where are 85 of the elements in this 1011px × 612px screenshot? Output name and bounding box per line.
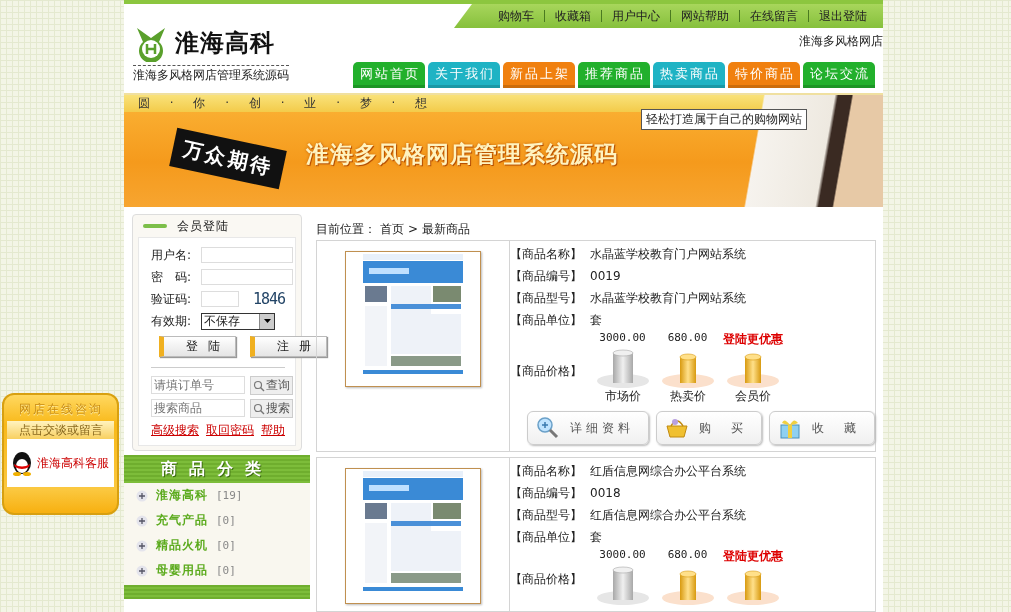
logo-subtitle: 淮海多风格网店管理系统源码 xyxy=(133,65,289,84)
field-label: 验证码: xyxy=(151,290,193,308)
captcha-code: 1846 xyxy=(253,290,286,308)
promo-text: 登陆更优惠 xyxy=(722,548,783,564)
price-value: 680.00 xyxy=(667,331,708,346)
bar-icon xyxy=(143,223,167,229)
price-label: 会员价 xyxy=(734,388,771,405)
top-nav-link[interactable]: 购物车 xyxy=(488,10,544,22)
section-header: 商品分类 xyxy=(124,455,310,483)
item-count: [0] xyxy=(216,539,236,552)
action-button[interactable]: 购 买 xyxy=(656,411,762,445)
field-label: 密 码: xyxy=(151,268,193,286)
password-field[interactable] xyxy=(201,269,293,285)
field-value: 0018 xyxy=(590,486,621,500)
breadcrumb-separator: > xyxy=(408,222,419,236)
cylinder-icon xyxy=(595,564,650,605)
breadcrumb-label: 目前位置： xyxy=(316,220,376,238)
text-link[interactable]: 取回密码 xyxy=(206,422,254,439)
top-nav-link[interactable]: 在线留言 xyxy=(739,10,808,22)
captcha-field[interactable] xyxy=(201,291,239,307)
cylinder-icon xyxy=(595,347,650,388)
item-count: [19] xyxy=(216,489,243,502)
field-label: 【商品价格】 xyxy=(510,571,583,588)
top-nav-link[interactable]: 用户中心 xyxy=(601,10,670,22)
breadcrumb-link[interactable]: 首页 xyxy=(380,220,404,238)
top-nav-link[interactable]: 网站帮助 xyxy=(670,10,739,22)
price-value: 3000.00 xyxy=(599,331,646,346)
action-button[interactable]: 收 藏 xyxy=(769,411,875,445)
field-value: 水晶蓝学校教育门户网站系统 xyxy=(590,289,746,307)
field-value: 红盾信息网综合办公平台系统 xyxy=(590,462,746,480)
search-icon xyxy=(253,379,265,392)
penguin-icon xyxy=(10,449,34,477)
price-label: 热卖价 xyxy=(669,388,706,405)
field-label: 【商品编号】 xyxy=(510,484,583,502)
field-label: 【商品名称】 xyxy=(510,462,583,480)
field-value: 红盾信息网综合办公平台系统 xyxy=(590,506,746,524)
product-search-field[interactable]: 搜索商品 xyxy=(151,399,245,417)
field-label: 【商品型号】 xyxy=(510,289,583,307)
period-select[interactable]: 不保存 xyxy=(201,312,275,330)
field-value: 套 xyxy=(590,311,602,329)
search-button[interactable]: 搜索 xyxy=(250,399,293,418)
register-button[interactable]: 注 册 xyxy=(249,336,327,357)
widget-subtitle: 点击交谈或留言 xyxy=(7,421,114,439)
price-value: 3000.00 xyxy=(599,548,646,563)
panel-title: 会员登陆 xyxy=(177,217,229,235)
price-value: 680.00 xyxy=(667,548,708,563)
field-value: 水晶蓝学校教育门户网站系统 xyxy=(590,245,746,263)
text-link[interactable]: 高级搜索 xyxy=(151,422,199,439)
field-label: 【商品名称】 xyxy=(510,245,583,263)
price-label: 市场价 xyxy=(604,388,641,405)
scrolling-text: 淮海多风格网店 xyxy=(798,33,883,50)
promo-text: 登陆更优惠 xyxy=(722,331,783,347)
top-nav-link[interactable]: 收藏箱 xyxy=(544,10,601,22)
logo-text: 淮海高科 xyxy=(175,27,275,59)
item-count: [0] xyxy=(216,514,236,527)
field-value: 0019 xyxy=(590,269,621,283)
plus-icon xyxy=(136,489,148,502)
plus-icon xyxy=(136,539,148,552)
badge-label: 万众期待 xyxy=(169,127,287,190)
username-field[interactable] xyxy=(201,247,293,263)
order-number-field[interactable]: 请填订单号 xyxy=(151,376,245,394)
plus-icon xyxy=(136,514,148,527)
action-button[interactable]: 详细资料 xyxy=(527,411,649,445)
magnifier-icon xyxy=(536,416,560,440)
field-label: 【商品型号】 xyxy=(510,506,583,524)
plus-icon xyxy=(136,564,148,577)
query-button[interactable]: 查询 xyxy=(250,376,293,395)
item-count: [0] xyxy=(216,564,236,577)
breadcrumb-link[interactable]: 最新商品 xyxy=(422,220,471,238)
field-value: 套 xyxy=(590,528,602,546)
banner-title: 淮海多风格网店管理系统源码 xyxy=(306,140,618,169)
field-label: 【商品编号】 xyxy=(510,267,583,285)
field-label: 用户名: xyxy=(151,246,193,264)
caret-icon xyxy=(262,318,272,324)
top-nav-link[interactable]: 退出登陆 xyxy=(808,10,877,22)
field-label: 【商品价格】 xyxy=(510,362,583,380)
field-label: 有效期: xyxy=(151,312,193,330)
field-label: 【商品单位】 xyxy=(510,311,583,329)
field-label: 【商品单位】 xyxy=(510,528,583,546)
text-link[interactable]: 帮助 xyxy=(261,422,285,439)
basket-icon xyxy=(665,416,689,440)
tooltip: 轻松打造属于自己的购物网站 xyxy=(641,109,807,130)
search-icon xyxy=(253,402,265,415)
login-button[interactable]: 登 陆 xyxy=(159,336,236,357)
widget-title: 网店在线咨询 xyxy=(17,401,104,418)
